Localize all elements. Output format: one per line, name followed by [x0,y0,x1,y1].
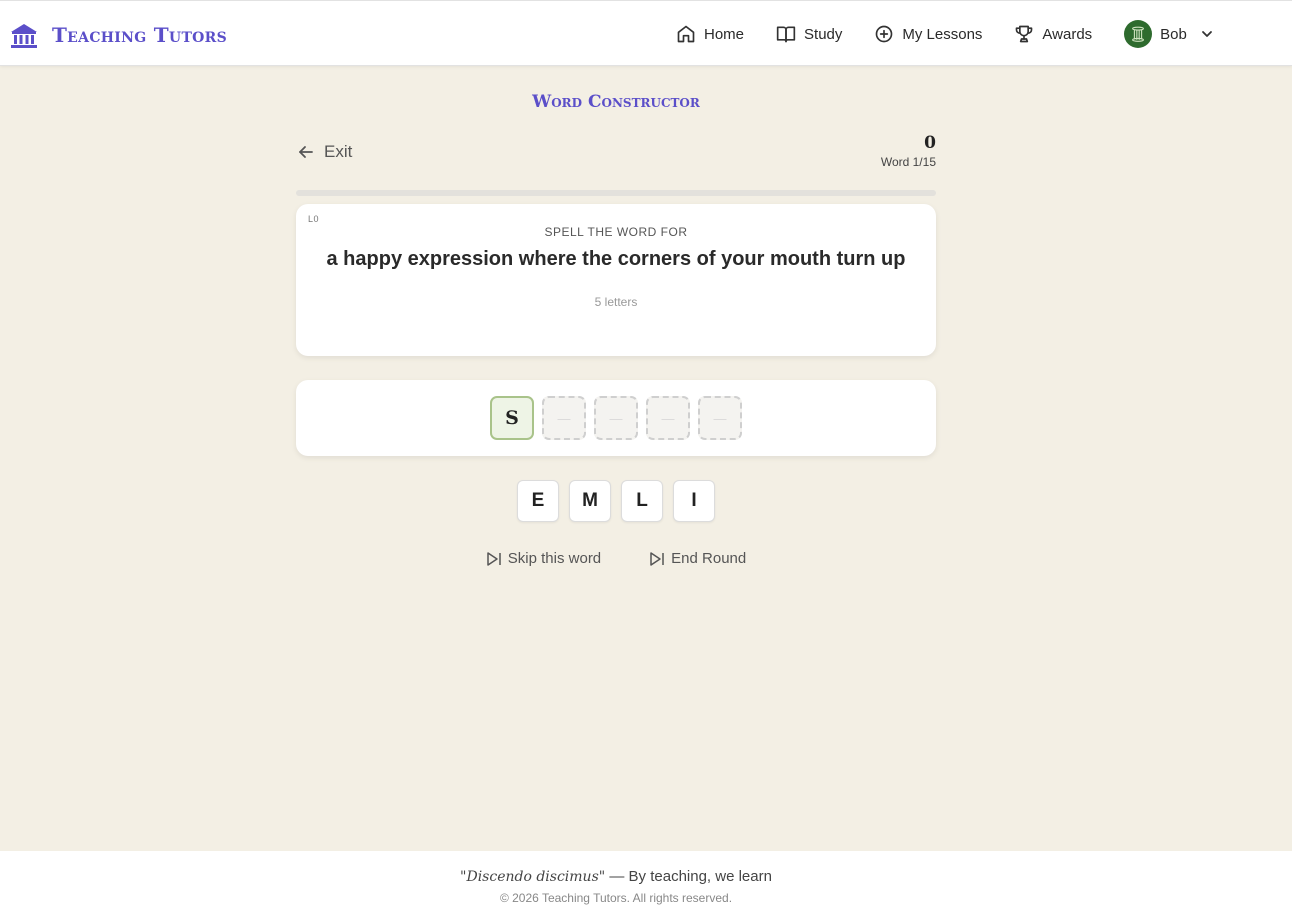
progress-bar [296,190,936,196]
letter-tile[interactable]: M [569,480,611,522]
word-progress-text: Word 1/15 [880,155,936,169]
avatar [1124,20,1153,48]
answer-slots: S — — — — [296,380,936,456]
nav-home[interactable]: Home [676,24,744,44]
skip-forward-icon [487,551,501,566]
game-topbar: Exit 0 Word 1/15 [296,130,936,186]
skip-word-label: Skip this word [507,550,602,567]
answer-slot[interactable]: — [594,396,638,440]
footer-copyright: © 2026 Teaching Tutors. All rights reser… [499,891,733,905]
score-box: 0 Word 1/15 [881,133,936,169]
top-nav-bar: Teaching Tutors Home Study My Lessons Aw… [0,0,1292,66]
nav-my-lessons[interactable]: My Lessons [874,24,982,44]
footer-motto: "Discendo discimus" — By teaching, we le… [0,868,1292,885]
nav-study-label: Study [804,25,843,43]
level-tag: L0 [308,214,320,224]
user-name: Bob [1160,25,1187,43]
clue-text: a happy expression where the corners of … [326,248,906,270]
column-avatar-icon [1132,26,1145,42]
answer-slot[interactable]: — [646,396,690,440]
word-game: Exit 0 Word 1/15 L0 SPELL THE WORD FOR a… [296,130,936,567]
chevron-down-icon [1201,31,1212,37]
letter-tile[interactable]: L [621,480,663,522]
clue-prompt: SPELL THE WORD FOR [544,225,688,239]
nav-awards-label: Awards [1042,25,1093,43]
nav-awards[interactable]: Awards [1014,24,1092,44]
plus-circle-icon [876,25,893,43]
letter-tile[interactable]: E [517,480,559,522]
letter-tile[interactable]: I [673,480,715,522]
exit-label: Exit [324,142,353,161]
trophy-icon [1016,25,1033,43]
end-round-label: End Round [671,550,747,567]
brand-link[interactable]: Teaching Tutors [10,21,227,49]
page-title: Word Constructor [532,92,700,112]
main-nav: Home Study My Lessons Awards Bob [676,19,1215,49]
score-value: 0 [924,133,936,153]
clue-card: L0 SPELL THE WORD FOR a happy expression… [296,204,936,356]
footer: "Discendo discimus" — By teaching, we le… [0,851,1292,922]
brand-name: Teaching Tutors [52,23,228,47]
letter-tiles: E M L I [296,480,936,522]
letter-count: 5 letters [594,295,638,309]
building-columns-icon [10,21,38,49]
user-menu[interactable]: Bob [1124,20,1215,48]
nav-home-label: Home [704,25,745,43]
game-actions: Skip this word End Round [296,550,936,567]
answer-slot[interactable]: — [542,396,586,440]
exit-button[interactable]: Exit [296,142,352,162]
nav-my-lessons-label: My Lessons [902,25,983,43]
book-icon [776,26,796,43]
answer-slot[interactable]: — [698,396,742,440]
motto-translation: — By teaching, we learn [605,868,772,885]
motto-latin: "Discendo discimus" [460,869,606,885]
answer-slot[interactable]: S [490,396,534,440]
skip-word-button[interactable]: Skip this word [486,550,601,567]
home-icon [677,25,695,43]
nav-study[interactable]: Study [776,24,842,44]
skip-forward-icon [650,551,664,566]
end-round-button[interactable]: End Round [649,550,746,567]
arrow-left-icon [299,146,313,158]
